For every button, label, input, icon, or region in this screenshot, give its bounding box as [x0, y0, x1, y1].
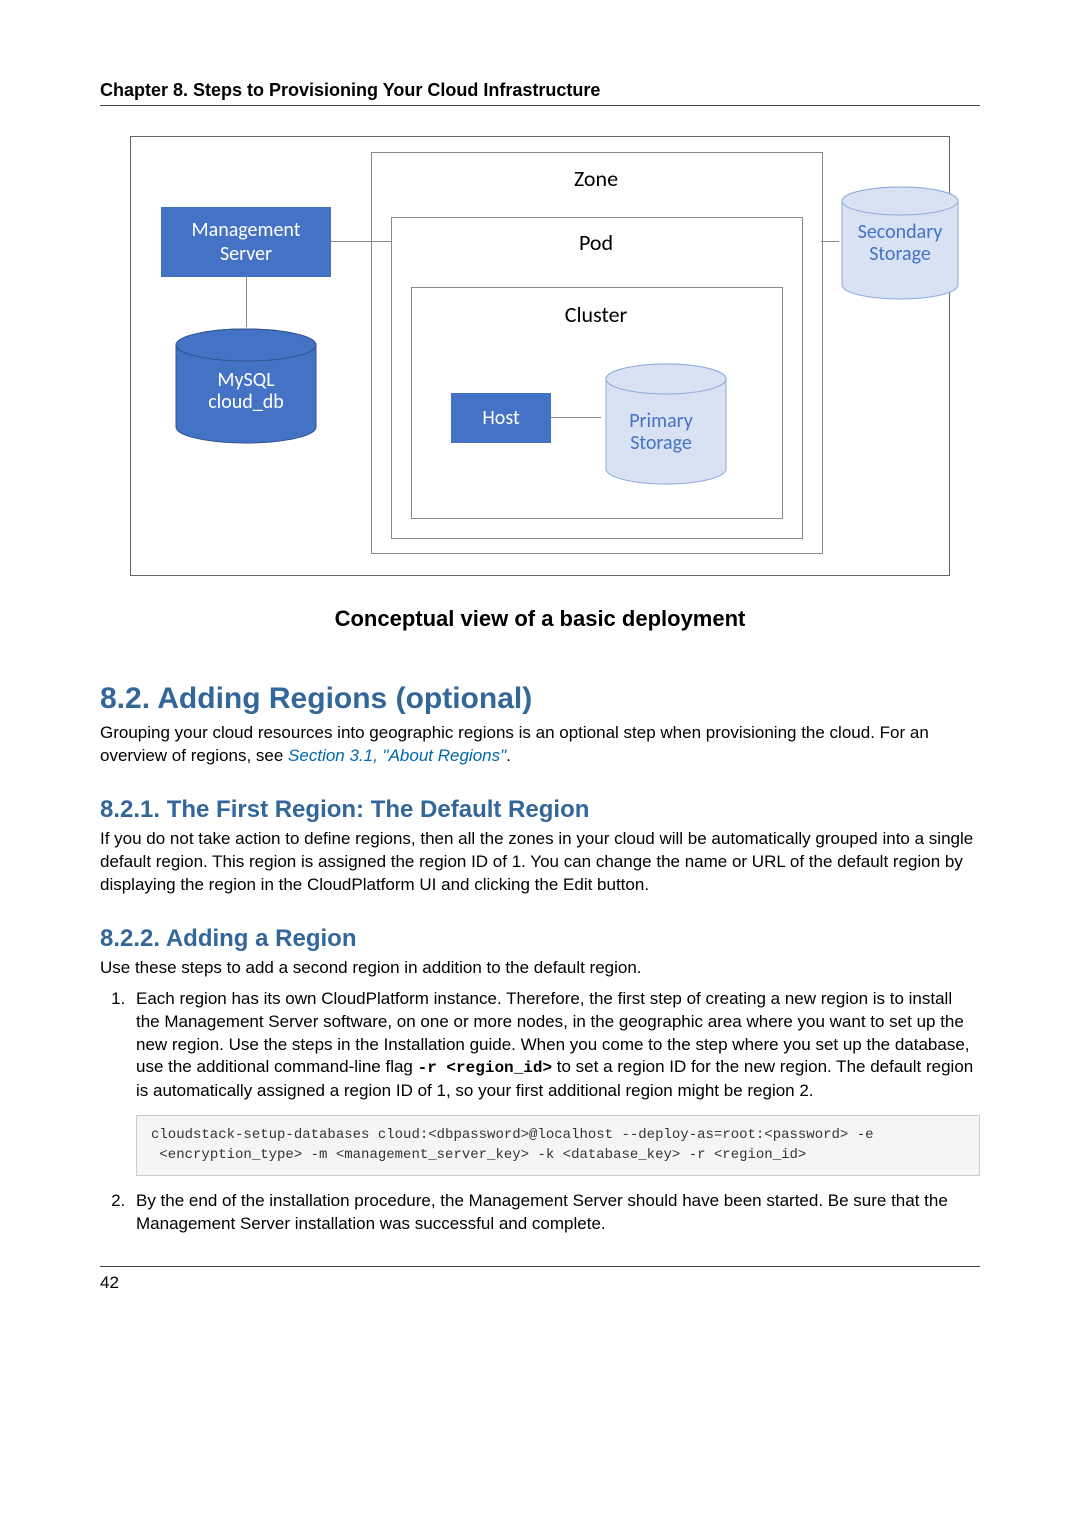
- pod-label: Pod: [391, 229, 801, 256]
- connector: [246, 277, 247, 327]
- heading-8-2-1: 8.2.1. The First Region: The Default Reg…: [100, 796, 980, 824]
- code-block: cloudstack-setup-databases cloud:<dbpass…: [136, 1115, 980, 1176]
- text: Grouping your cloud resources into geogr…: [100, 723, 929, 765]
- mysql-label: MySQL cloud_db: [171, 369, 321, 413]
- primary-storage-label: Primary Storage: [601, 387, 721, 477]
- ordered-steps: Each region has its own CloudPlatform in…: [100, 988, 980, 1236]
- divider: [100, 1266, 980, 1267]
- diagram-frame: Zone Pod Cluster Host Primary Storage: [130, 136, 950, 576]
- link-section-3-1[interactable]: Section 3.1, "About Regions": [288, 746, 506, 765]
- heading-8-2: 8.2. Adding Regions (optional): [100, 682, 980, 716]
- figure-deployment-overview: Zone Pod Cluster Host Primary Storage: [130, 136, 950, 632]
- step-2: By the end of the installation procedure…: [130, 1190, 980, 1236]
- divider: [100, 105, 980, 106]
- heading-8-2-2: 8.2.2. Adding a Region: [100, 925, 980, 953]
- management-server-box: Management Server: [161, 207, 331, 277]
- host-box: Host: [451, 393, 551, 443]
- code-flag-r: -r <region_id>: [418, 1059, 552, 1077]
- text: .: [506, 746, 511, 765]
- connector: [331, 241, 391, 242]
- paragraph: If you do not take action to define regi…: [100, 828, 980, 897]
- connector: [821, 241, 839, 242]
- management-server-label: Management Server: [192, 218, 301, 266]
- secondary-storage-label: Secondary Storage: [835, 221, 965, 265]
- connector: [551, 417, 601, 418]
- host-label: Host: [482, 406, 519, 430]
- page-number: 42: [100, 1273, 980, 1293]
- figure-caption: Conceptual view of a basic deployment: [130, 606, 950, 632]
- paragraph: Grouping your cloud resources into geogr…: [100, 722, 980, 768]
- paragraph: Use these steps to add a second region i…: [100, 957, 980, 980]
- cluster-label: Cluster: [411, 301, 781, 328]
- zone-label: Zone: [371, 165, 821, 192]
- step-1: Each region has its own CloudPlatform in…: [130, 988, 980, 1177]
- chapter-title: Chapter 8. Steps to Provisioning Your Cl…: [100, 80, 980, 101]
